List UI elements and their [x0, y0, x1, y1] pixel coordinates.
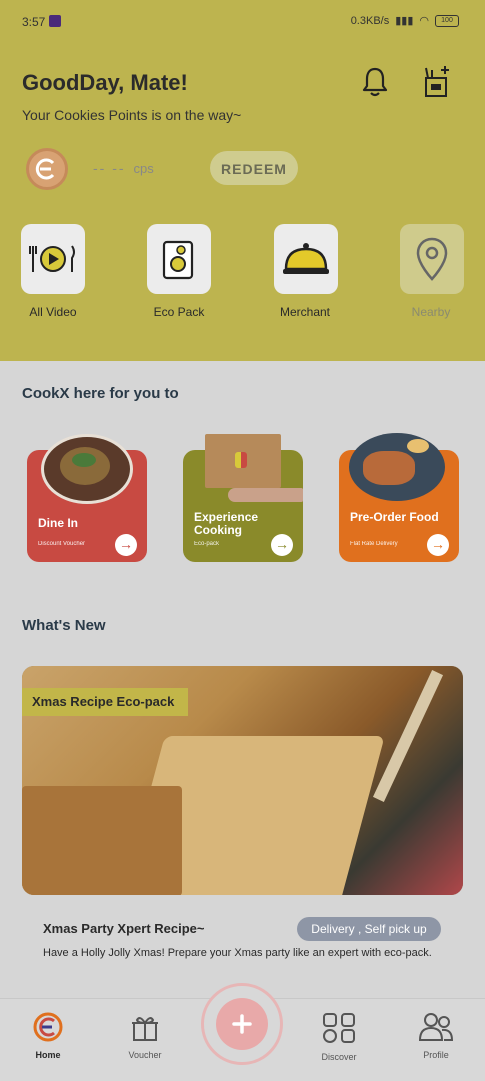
- pre-order-food-image: [349, 433, 445, 501]
- gift-icon: [132, 1017, 158, 1041]
- delivery-pill: Delivery , Self pick up: [297, 917, 441, 941]
- redeem-button[interactable]: REDEEM: [210, 151, 298, 185]
- banner-tag: Xmas Recipe Eco-pack: [22, 688, 189, 716]
- whats-new-title: What's New: [22, 617, 106, 634]
- all-video-button[interactable]: [21, 224, 85, 294]
- pre-order-subtitle: Flat Rate Delivery: [350, 541, 398, 547]
- nav-voucher-label: Voucher: [128, 1050, 162, 1060]
- cookx-section-title: CookX here for you to: [22, 385, 179, 402]
- merchant-button[interactable]: [274, 224, 338, 294]
- hand-image: [228, 488, 303, 502]
- arrow-right-icon: →: [271, 534, 293, 556]
- nav-profile-label: Profile: [423, 1050, 449, 1060]
- experience-cooking-subtitle: Eco-pack: [194, 541, 220, 547]
- experience-cooking-title: Experience Cooking: [194, 510, 259, 537]
- points-value: -- --: [93, 160, 126, 176]
- all-video-label: All Video: [29, 305, 77, 319]
- nav-discover[interactable]: Discover: [304, 1012, 374, 1062]
- cloche-icon: [283, 243, 329, 274]
- pre-order-title: Pre-Order Food: [350, 510, 439, 524]
- nav-home-label: Home: [35, 1050, 61, 1060]
- status-time: 3:57: [22, 15, 46, 29]
- status-right: 0.3KB/s ▮▮▮ ◠ 100: [351, 14, 459, 27]
- points-display: -- -- cps: [93, 160, 154, 176]
- cookies-coin-icon: [26, 148, 68, 190]
- wifi-icon: ◠: [419, 15, 429, 27]
- dine-in-title: Dine In: [38, 516, 79, 530]
- eco-box-image: [205, 434, 281, 488]
- profile-users-icon: [418, 1013, 454, 1041]
- arrow-right-icon: →: [427, 534, 449, 556]
- battery-icon: 100: [435, 14, 459, 27]
- home-logo-icon: [33, 1012, 63, 1042]
- post-title: Xmas Party Xpert Recipe~: [43, 921, 205, 936]
- basket-add-icon[interactable]: [420, 64, 452, 98]
- status-bar: 3:57 0.3KB/s ▮▮▮ ◠ 100: [0, 0, 485, 44]
- notification-bell-icon[interactable]: [360, 66, 390, 98]
- dine-in-food-image: [41, 434, 133, 504]
- play-plus-icon: [216, 998, 268, 1050]
- post-description: Have a Holly Jolly Xmas! Prepare your Xm…: [43, 947, 432, 959]
- nav-discover-label: Discover: [321, 1052, 357, 1062]
- points-unit: cps: [133, 161, 154, 176]
- nearby-button[interactable]: [400, 224, 464, 294]
- greeting-subtitle: Your Cookies Points is on the way~: [22, 107, 242, 123]
- eco-pack-label: Eco Pack: [153, 305, 205, 319]
- arrow-right-icon: →: [115, 534, 137, 556]
- dine-in-subtitle: Discount Voucher: [38, 541, 86, 547]
- location-pin-icon: [416, 237, 448, 281]
- nav-voucher[interactable]: Voucher: [110, 1012, 180, 1060]
- nearby-label: Nearby: [411, 305, 451, 319]
- nav-home[interactable]: Home: [13, 1012, 83, 1060]
- network-speed: 0.3KB/s: [350, 14, 390, 27]
- merchant-label: Merchant: [279, 305, 331, 319]
- eco-pack-icon: [162, 240, 194, 280]
- app-notification-icon: [49, 15, 61, 27]
- discover-grid-icon: [323, 1013, 355, 1043]
- video-play-icon: [29, 245, 75, 272]
- signal-icon: ▮▮▮: [395, 15, 414, 27]
- greeting-title: GoodDay, Mate!: [22, 70, 188, 95]
- nav-profile[interactable]: Profile: [401, 1012, 471, 1060]
- add-fab-button[interactable]: [201, 983, 283, 1065]
- eco-pack-button[interactable]: [147, 224, 211, 294]
